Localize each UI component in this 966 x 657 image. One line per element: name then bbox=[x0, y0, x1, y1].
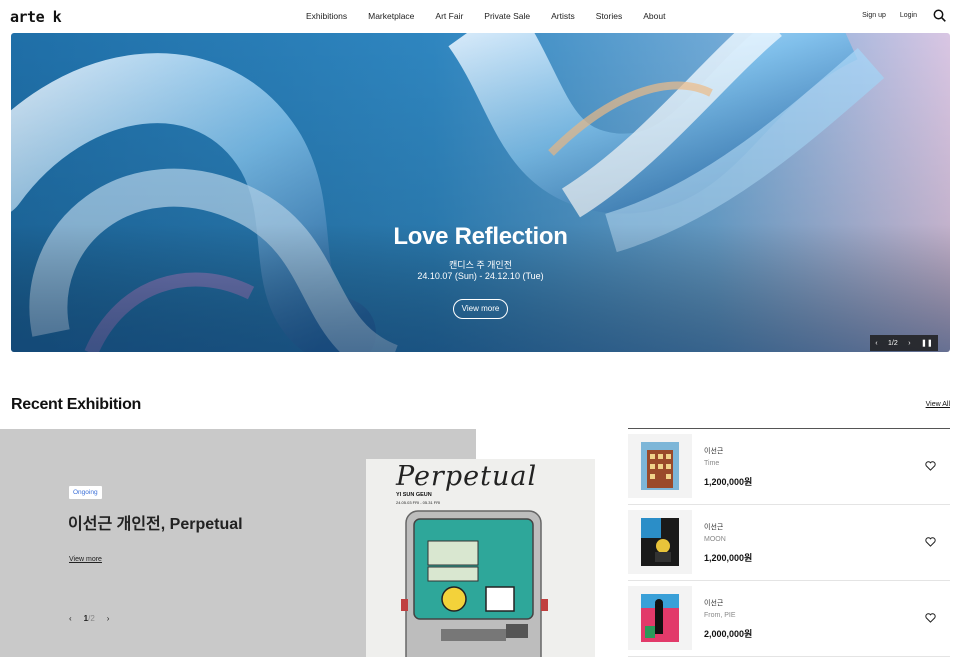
item-price: 2,000,000원 bbox=[704, 629, 753, 639]
hero-slider-controls: ‹ 1/2 › ❚❚ bbox=[870, 335, 938, 351]
hero-title: Love Reflection bbox=[393, 223, 568, 250]
artwork-image bbox=[641, 518, 679, 566]
item-title: Time bbox=[704, 460, 720, 467]
nav-item-marketplace[interactable]: Marketplace bbox=[368, 11, 414, 21]
main-nav: Exhibitions Marketplace Art Fair Private… bbox=[306, 11, 686, 21]
list-item[interactable]: 이선근 From, PIE 2,000,000원 bbox=[628, 581, 950, 657]
watch-illustration bbox=[401, 510, 548, 657]
status-badge: Ongoing bbox=[69, 486, 102, 499]
feature-view-more-link[interactable]: View more bbox=[69, 556, 102, 563]
heart-icon[interactable] bbox=[925, 461, 936, 471]
artwork-image bbox=[641, 442, 679, 490]
item-price: 1,200,000원 bbox=[704, 553, 753, 563]
hero-banner[interactable]: Love Reflection 캔디스 주 개인전 24.10.07 (Sun)… bbox=[11, 33, 950, 352]
chevron-left-icon[interactable]: ‹ bbox=[69, 614, 72, 623]
login-link[interactable]: Login bbox=[900, 12, 917, 19]
feature-title: 이선근 개인전, Perpetual bbox=[68, 516, 243, 533]
item-price: 1,200,000원 bbox=[704, 477, 753, 487]
feature-page-indicator: 1/2 bbox=[83, 614, 95, 623]
item-artist: 이선근 bbox=[704, 524, 724, 531]
section-title: Recent Exhibition bbox=[11, 396, 142, 413]
hero-pager: 1/2 bbox=[888, 339, 898, 347]
signup-link[interactable]: Sign up bbox=[862, 12, 886, 19]
nav-item-exhibitions[interactable]: Exhibitions bbox=[306, 11, 347, 21]
pause-icon[interactable]: ❚❚ bbox=[921, 339, 933, 347]
nav-item-artists[interactable]: Artists bbox=[551, 11, 575, 21]
hero-dates: 24.10.07 (Sun) - 24.12.10 (Tue) bbox=[417, 271, 544, 281]
nav-item-private-sale[interactable]: Private Sale bbox=[484, 11, 530, 21]
item-artist: 이선근 bbox=[704, 600, 724, 607]
feature-pager: ‹ 1/2 › bbox=[69, 614, 109, 623]
hero-subtitle: 캔디스 주 개인전 bbox=[449, 260, 512, 270]
item-artist: 이선근 bbox=[704, 448, 724, 455]
item-title: From, PIE bbox=[704, 612, 736, 619]
artwork-image bbox=[641, 594, 679, 642]
exhibition-poster[interactable]: Perpetual YI SUN GEUN 24.05.03 FRI - 05.… bbox=[366, 459, 595, 657]
chevron-right-icon[interactable]: › bbox=[107, 614, 110, 623]
artwork-thumbnail[interactable] bbox=[628, 586, 692, 650]
view-all-link[interactable]: View All bbox=[926, 401, 950, 408]
heart-icon[interactable] bbox=[925, 537, 936, 547]
list-item[interactable]: 이선근 MOON 1,200,000원 bbox=[628, 505, 950, 581]
heart-icon[interactable] bbox=[925, 613, 936, 623]
chevron-right-icon[interactable]: › bbox=[908, 340, 910, 347]
chevron-left-icon[interactable]: ‹ bbox=[875, 340, 877, 347]
logo[interactable]: arte k bbox=[10, 8, 62, 26]
header: arte k Exhibitions Marketplace Art Fair … bbox=[0, 0, 966, 33]
artwork-thumbnail[interactable] bbox=[628, 510, 692, 574]
auth-links: Sign up Login bbox=[862, 12, 917, 19]
nav-item-stories[interactable]: Stories bbox=[596, 11, 622, 21]
artwork-thumbnail[interactable] bbox=[628, 434, 692, 498]
list-item[interactable]: 이선근 Time 1,200,000원 bbox=[628, 429, 950, 505]
item-title: MOON bbox=[704, 536, 726, 543]
nav-item-about[interactable]: About bbox=[643, 11, 665, 21]
nav-item-art-fair[interactable]: Art Fair bbox=[435, 11, 463, 21]
search-icon[interactable] bbox=[933, 9, 946, 22]
hero-view-more-button[interactable]: View more bbox=[453, 299, 508, 319]
